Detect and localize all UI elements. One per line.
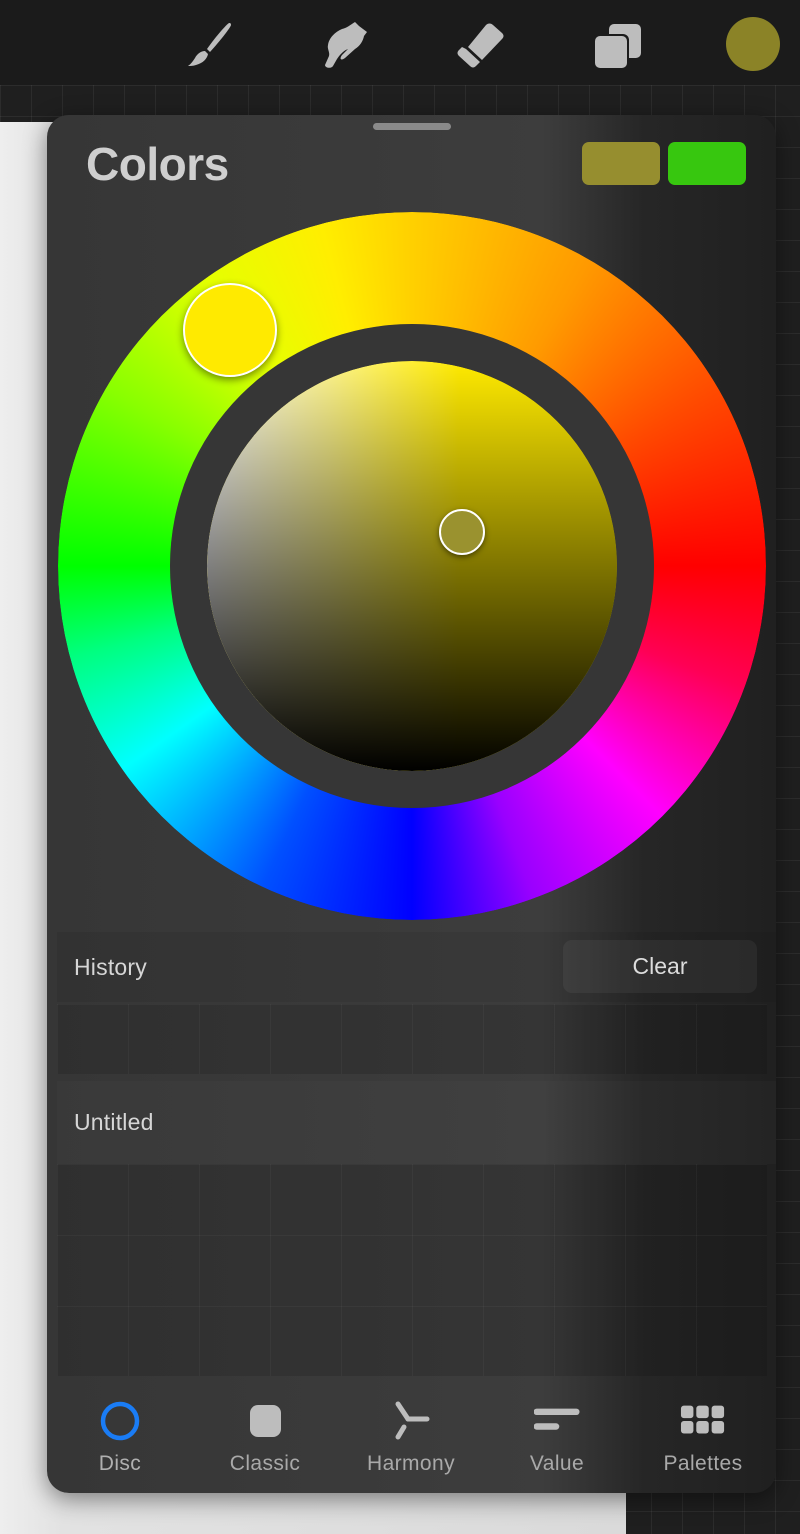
clear-history-button[interactable]: Clear [563, 940, 757, 993]
tab-disc[interactable]: Disc [47, 1398, 193, 1488]
primary-color-swatch[interactable] [582, 142, 660, 185]
tab-harmony[interactable]: Harmony [338, 1398, 484, 1488]
panel-title: Colors [86, 138, 229, 190]
top-toolbar [0, 0, 800, 85]
eraser-tool-button[interactable] [452, 16, 508, 72]
tab-label: Harmony [367, 1452, 455, 1475]
palette-swatch-grid[interactable] [57, 1164, 767, 1376]
secondary-color-swatch[interactable] [668, 142, 746, 185]
smudge-tool-button[interactable] [315, 16, 371, 72]
value-sliders-icon [534, 1408, 580, 1430]
eraser-icon [457, 23, 504, 68]
palettes-grid-icon [680, 1405, 725, 1434]
tab-label: Palettes [663, 1452, 743, 1475]
tab-palettes[interactable]: Palettes [630, 1398, 776, 1488]
tab-label: Value [529, 1452, 585, 1475]
palette-name: Untitled [74, 1109, 154, 1135]
brush-tool-button[interactable] [180, 16, 236, 72]
color-disc [58, 212, 766, 920]
colors-panel: Colors History Clear Untitled Disc Class… [47, 115, 776, 1493]
palette-header[interactable]: Untitled [57, 1081, 776, 1164]
saturation-brightness-disc[interactable] [207, 361, 617, 771]
tab-value[interactable]: Value [484, 1398, 630, 1488]
panel-grabber-handle[interactable] [373, 123, 451, 130]
layers-icon [593, 24, 641, 70]
smudge-icon [325, 22, 367, 68]
tab-classic[interactable]: Classic [192, 1398, 338, 1488]
history-swatch-row[interactable] [57, 1004, 767, 1074]
disc-icon [100, 1401, 140, 1441]
classic-square-icon [250, 1405, 281, 1437]
hue-handle[interactable] [182, 283, 277, 378]
color-mode-tabbar: Disc Classic Harmony Value Palettes [47, 1378, 776, 1493]
harmony-icon [395, 1401, 430, 1440]
tab-label: Classic [229, 1452, 301, 1475]
brush-icon [188, 23, 231, 66]
saturation-brightness-handle[interactable] [438, 508, 485, 555]
layers-tool-button[interactable] [589, 16, 645, 72]
history-label: History [74, 954, 147, 980]
tab-label: Disc [98, 1452, 142, 1475]
current-color-button[interactable] [726, 17, 780, 71]
